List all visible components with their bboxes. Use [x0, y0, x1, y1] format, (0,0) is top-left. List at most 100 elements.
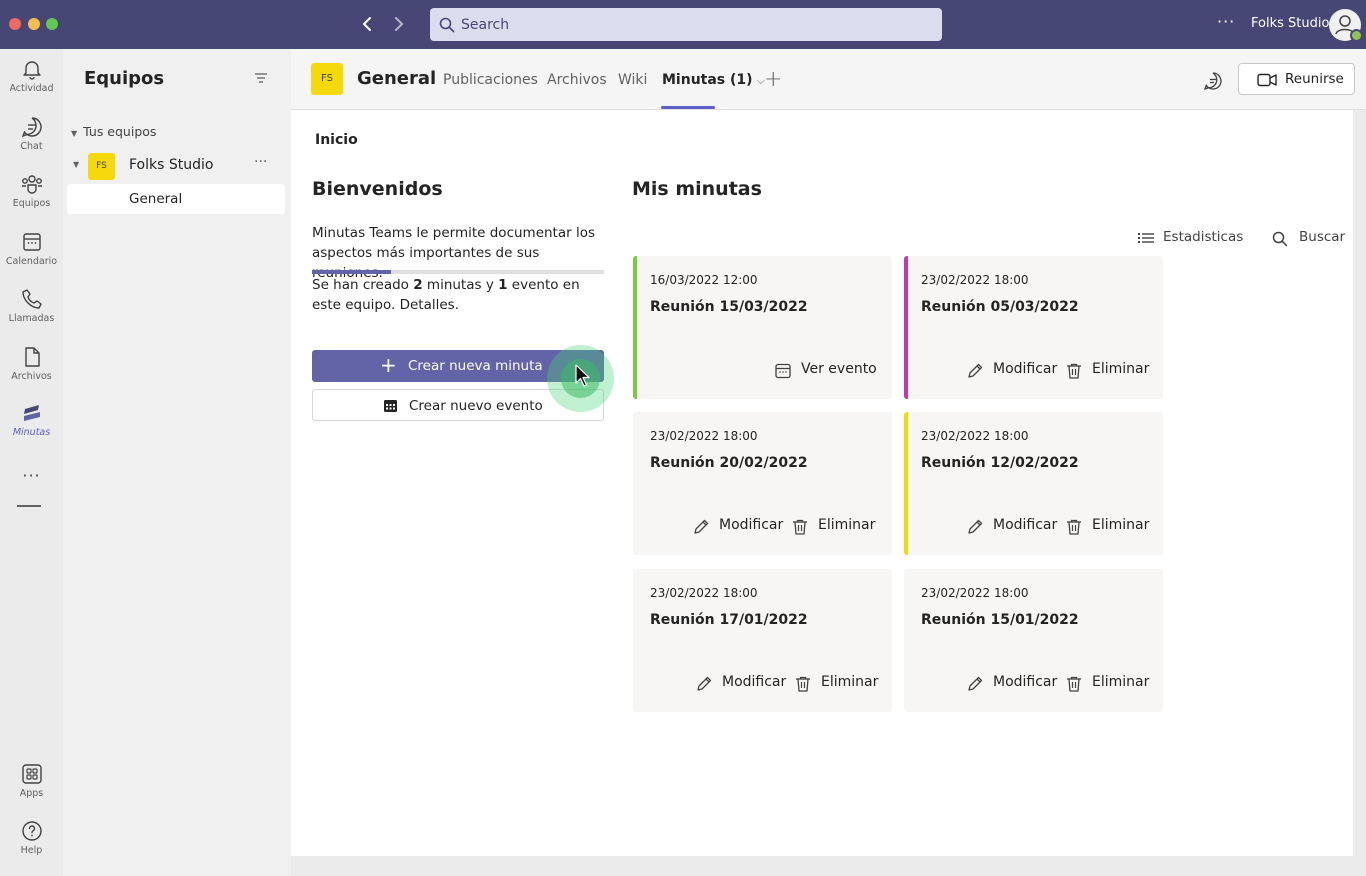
progress-bar — [312, 270, 604, 274]
card-date: 16/03/2022 12:00 — [650, 273, 758, 287]
events-count: 1 — [498, 277, 508, 293]
close-window-button[interactable] — [9, 18, 21, 30]
team-more-icon[interactable]: ··· — [254, 154, 267, 170]
tab-publicaciones[interactable]: Publicaciones — [443, 72, 538, 88]
delete-label: Eliminar — [1092, 361, 1150, 377]
delete-label: Eliminar — [818, 517, 876, 533]
minute-card[interactable]: 23/02/2022 18:00 Reunión 20/02/2022 Modi… — [633, 412, 892, 555]
minute-card[interactable]: 23/02/2022 18:00 Reunión 05/03/2022 Modi… — [904, 256, 1163, 399]
pencil-icon — [968, 519, 983, 534]
rail-item-label: Help — [20, 845, 43, 856]
section-your-teams[interactable]: ▼ Tus equipos — [71, 124, 156, 139]
forward-arrow-icon[interactable] — [387, 12, 409, 36]
team-name: Folks Studio — [129, 157, 214, 173]
search-label: Buscar — [1299, 229, 1346, 245]
channel-header: FS General Publicaciones Archivos Wiki M… — [291, 49, 1366, 110]
rail-item-label: Llamadas — [8, 313, 55, 324]
trash-icon — [1067, 676, 1081, 692]
card-accent — [904, 256, 908, 399]
rail-item-label: Archivos — [11, 371, 52, 382]
card-title: Reunión 15/01/2022 — [921, 612, 1079, 628]
view-event-label: Ver evento — [801, 361, 877, 377]
active-tab-indicator — [661, 106, 715, 109]
title-bar: ··· Folks Studio — [0, 0, 1366, 49]
conversation-icon[interactable] — [1203, 71, 1223, 95]
delete-label: Eliminar — [821, 674, 879, 690]
caret-down-icon: ▼ — [71, 129, 78, 138]
meet-button[interactable]: Reunirse — [1238, 63, 1355, 95]
plus-icon: + — [380, 353, 397, 377]
rail-item-label: Equipos — [12, 198, 51, 209]
pencil-icon — [968, 363, 983, 378]
welcome-description: Minutas Teams le permite documentar los … — [312, 225, 596, 281]
file-icon — [24, 347, 40, 367]
more-apps-icon[interactable]: ··· — [0, 466, 63, 485]
card-date: 23/02/2022 18:00 — [650, 429, 758, 443]
list-icon — [1138, 233, 1154, 243]
caret-down-icon: ▼ — [73, 160, 80, 169]
rail-item-archivos[interactable]: Archivos — [0, 345, 63, 397]
rail-item-apps[interactable]: Apps — [0, 762, 63, 814]
back-arrow-icon[interactable] — [357, 12, 379, 36]
phone-icon — [21, 289, 42, 309]
team-avatar: FS — [88, 153, 115, 180]
stats-label: Estadisticas — [1163, 229, 1244, 245]
search-icon — [1272, 231, 1288, 247]
teams-panel-title: Equipos — [84, 68, 165, 89]
minute-card[interactable]: 23/02/2022 18:00 Reunión 17/01/2022 Modi… — [633, 569, 892, 712]
rail-item-label: Calendario — [5, 256, 58, 267]
minimize-window-button[interactable] — [28, 18, 40, 30]
more-options-icon[interactable]: ··· — [1217, 12, 1235, 31]
org-name[interactable]: Folks Studio — [1251, 16, 1329, 31]
card-title: Reunión 20/02/2022 — [650, 455, 808, 471]
stats-middle: minutas y — [422, 277, 499, 293]
tab-minutas[interactable]: Minutas (1) ⌵ — [662, 72, 765, 88]
rail-item-help[interactable]: Help — [0, 819, 63, 871]
minute-card[interactable]: 23/02/2022 18:00 Reunión 15/01/2022 Modi… — [904, 569, 1163, 712]
teams-panel: Equipos ▼ Tus equipos ▼ FS Folks Studio ·… — [63, 49, 291, 876]
channel-item-general[interactable]: General — [67, 184, 285, 214]
channel-avatar: FS — [311, 63, 343, 95]
rail-item-llamadas[interactable]: Llamadas — [0, 287, 63, 339]
rail-item-actividad[interactable]: Actividad — [0, 57, 63, 109]
status-badge — [1350, 29, 1363, 42]
help-icon — [21, 821, 42, 841]
rail-divider — [17, 505, 41, 507]
edit-label: Modificar — [993, 361, 1058, 377]
rail-item-minutas[interactable]: Minutas — [0, 401, 63, 453]
add-tab-icon[interactable]: + — [764, 67, 782, 92]
delete-label: Eliminar — [1092, 674, 1150, 690]
mouse-cursor-icon — [575, 364, 591, 392]
card-date: 23/02/2022 18:00 — [921, 273, 1029, 287]
create-event-label: Crear nuevo evento — [409, 398, 543, 414]
minute-card[interactable]: 16/03/2022 12:00 Reunión 15/03/2022 Ver … — [633, 256, 892, 399]
app-rail: Actividad Chat Equipos Calendario Llamad… — [0, 49, 63, 876]
edit-label: Modificar — [993, 674, 1058, 690]
rail-item-label: Minutas — [12, 427, 51, 438]
rail-item-equipos[interactable]: Equipos — [0, 172, 63, 224]
team-item-folks-studio[interactable]: ▼ FS Folks Studio ··· — [71, 152, 283, 180]
minute-card[interactable]: 23/02/2022 18:00 Reunión 12/02/2022 Modi… — [904, 412, 1163, 555]
tab-archivos[interactable]: Archivos — [547, 72, 607, 88]
rail-item-calendario[interactable]: Calendario — [0, 230, 63, 282]
rail-item-label: Apps — [19, 788, 44, 799]
card-date: 23/02/2022 18:00 — [921, 429, 1029, 443]
breadcrumb[interactable]: Inicio — [315, 132, 358, 148]
maximize-window-button[interactable] — [46, 18, 58, 30]
trash-icon — [796, 676, 810, 692]
search-bar[interactable] — [430, 8, 942, 41]
progress-fill — [312, 270, 391, 274]
trash-icon — [1067, 363, 1081, 379]
channel-title: General — [357, 68, 437, 89]
calendar-icon — [22, 233, 41, 251]
trash-icon — [1067, 519, 1081, 535]
search-input[interactable] — [461, 12, 931, 37]
card-accent — [904, 412, 908, 555]
welcome-title: Bienvenidos — [312, 178, 443, 200]
video-camera-icon — [1257, 73, 1277, 87]
tab-wiki[interactable]: Wiki — [618, 72, 647, 88]
minutas-content: Inicio Bienvenidos Minutas Teams le perm… — [291, 110, 1353, 856]
rail-item-chat[interactable]: Chat — [0, 115, 63, 167]
filter-icon[interactable] — [253, 70, 269, 89]
avatar[interactable] — [1329, 9, 1363, 42]
